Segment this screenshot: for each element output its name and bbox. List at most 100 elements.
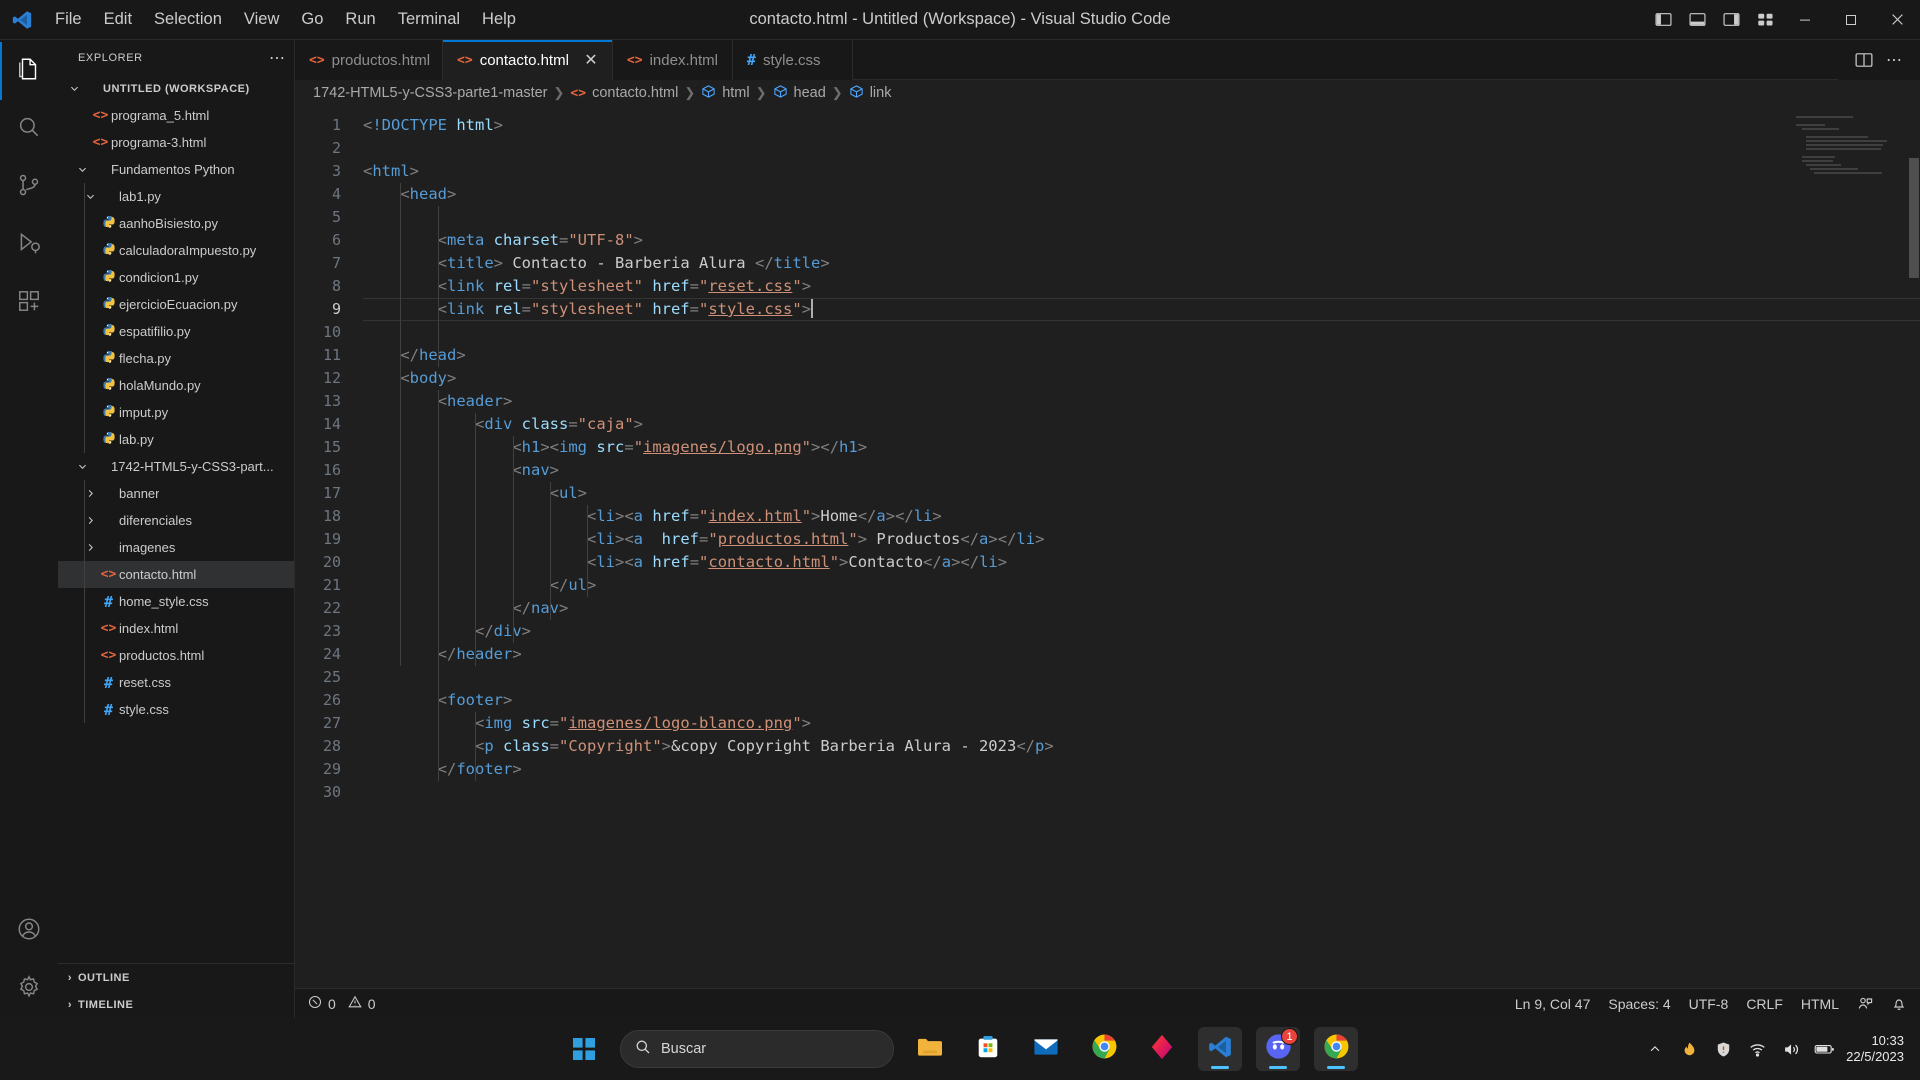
taskbar-app-adobe[interactable]: [1140, 1027, 1184, 1071]
tree-root-untitled-workspace-[interactable]: UNTITLED (WORKSPACE): [58, 75, 294, 102]
window-close-button[interactable]: [1874, 0, 1920, 39]
taskbar-search-box[interactable]: Buscar: [620, 1030, 894, 1068]
editor-scrollbar-thumb[interactable]: [1909, 158, 1919, 278]
menu-view[interactable]: View: [233, 6, 290, 33]
tree-item-diferenciales[interactable]: diferenciales: [58, 507, 294, 534]
tree-item-programa-5-html[interactable]: <> programa_5.html: [58, 102, 294, 129]
windows-start-icon[interactable]: [562, 1027, 606, 1071]
activitybar-item-extensions[interactable]: [0, 274, 58, 332]
tree-item-lab1-py[interactable]: lab1.py: [58, 183, 294, 210]
editor-tab-index-html[interactable]: <> index.html: [612, 40, 733, 80]
more-actions-icon[interactable]: ⋯: [1880, 46, 1908, 74]
activitybar-item-manage[interactable]: [0, 960, 58, 1018]
code-line[interactable]: <link rel="stylesheet" href="reset.css">: [363, 275, 1920, 298]
feedback-icon[interactable]: [1848, 996, 1882, 1012]
breadcrumb-item-html[interactable]: html: [701, 84, 750, 103]
editor-scrollbar[interactable]: [1906, 106, 1920, 988]
code-line[interactable]: </nav>: [363, 597, 1920, 620]
tree-item-flecha-py[interactable]: flecha.py: [58, 345, 294, 372]
code-line[interactable]: <div class="caja">: [363, 413, 1920, 436]
breadcrumb-item-1742-html5-y-css3-parte1-master[interactable]: 1742-HTML5-y-CSS3-parte1-master: [313, 85, 548, 101]
editor-tab-style-css[interactable]: # style.css: [732, 40, 853, 80]
toggle-secondary-sidebar-icon[interactable]: [1714, 0, 1748, 39]
language-mode-status[interactable]: HTML: [1792, 996, 1848, 1012]
code-line[interactable]: </div>: [363, 620, 1920, 643]
code-line[interactable]: <img src="imagenes/logo-blanco.png">: [363, 712, 1920, 735]
code-line[interactable]: <ul>: [363, 482, 1920, 505]
code-line[interactable]: <body>: [363, 367, 1920, 390]
code-line[interactable]: <!DOCTYPE html>: [363, 114, 1920, 137]
menu-bar[interactable]: File Edit Selection View Go Run Terminal…: [44, 6, 527, 33]
code-line[interactable]: <li><a href="contacto.html">Contacto</a>…: [363, 551, 1920, 574]
code-line[interactable]: <li><a href="productos.html"> Productos<…: [363, 528, 1920, 551]
editor-tab-contacto-html[interactable]: <> contacto.html ✕: [443, 40, 613, 80]
tree-item-index-html[interactable]: <> index.html: [58, 615, 294, 642]
taskbar-app-visual-studio-code[interactable]: [1198, 1027, 1242, 1071]
code-line[interactable]: [363, 206, 1920, 229]
code-line[interactable]: <li><a href="index.html">Home</a></li>: [363, 505, 1920, 528]
tree-item-aanhobisiesto-py[interactable]: aanhoBisiesto.py: [58, 210, 294, 237]
taskbar-app-microsoft-store[interactable]: [966, 1027, 1010, 1071]
code-line[interactable]: <h1><img src="imagenes/logo.png"></h1>: [363, 436, 1920, 459]
menu-terminal[interactable]: Terminal: [387, 6, 471, 33]
tree-item-fundamentos-python[interactable]: Fundamentos Python: [58, 156, 294, 183]
indentation-status[interactable]: Spaces: 4: [1599, 996, 1679, 1012]
code-line[interactable]: [363, 137, 1920, 160]
menu-file[interactable]: File: [44, 6, 93, 33]
code-line[interactable]: <title> Contacto - Barberia Alura </titl…: [363, 252, 1920, 275]
tree-item-banner[interactable]: banner: [58, 480, 294, 507]
code-line[interactable]: <header>: [363, 390, 1920, 413]
code-line[interactable]: <meta charset="UTF-8">: [363, 229, 1920, 252]
code-line[interactable]: <p class="Copyright">&copy Copyright Bar…: [363, 735, 1920, 758]
menu-selection[interactable]: Selection: [143, 6, 233, 33]
tree-item-productos-html[interactable]: <> productos.html: [58, 642, 294, 669]
tree-item-reset-css[interactable]: # reset.css: [58, 669, 294, 696]
breadcrumb-item-head[interactable]: head: [773, 84, 826, 103]
code-content[interactable]: <!DOCTYPE html> <html> <head> <meta chars…: [363, 106, 1920, 988]
minimap[interactable]: [1796, 116, 1906, 196]
window-minimize-button[interactable]: [1782, 0, 1828, 39]
split-editor-icon[interactable]: [1850, 46, 1878, 74]
panel-outline[interactable]: › OUTLINE: [58, 964, 294, 991]
menu-help[interactable]: Help: [471, 6, 527, 33]
taskbar-app-mail[interactable]: [1024, 1027, 1068, 1071]
cursor-position-status[interactable]: Ln 9, Col 47: [1506, 996, 1600, 1012]
code-line[interactable]: [363, 666, 1920, 689]
toggle-panel-icon[interactable]: [1680, 0, 1714, 39]
breadcrumb-item-contacto-html[interactable]: <> contacto.html: [570, 85, 678, 101]
activitybar-item-explorer[interactable]: [0, 42, 58, 100]
tree-item-espatifilio-py[interactable]: espatifilio.py: [58, 318, 294, 345]
tree-item-home-style-css[interactable]: # home_style.css: [58, 588, 294, 615]
code-editor[interactable]: 1 2 3 4 5 6 7 8 9 10 11 12 13 14 15 16 17 18 19 20 21 22 23 24 2…: [295, 106, 1920, 988]
close-icon[interactable]: ✕: [582, 50, 600, 70]
code-line[interactable]: <nav>: [363, 459, 1920, 482]
code-line[interactable]: <html>: [363, 160, 1920, 183]
editor-tab-productos-html[interactable]: <> productos.html: [295, 40, 444, 80]
panel-timeline[interactable]: › TIMELINE: [58, 991, 294, 1018]
code-line[interactable]: <link rel="stylesheet" href="style.css">: [363, 298, 1920, 321]
code-line[interactable]: <footer>: [363, 689, 1920, 712]
activitybar-item-accounts[interactable]: [0, 902, 58, 960]
menu-run[interactable]: Run: [334, 6, 386, 33]
activitybar-item-source-control[interactable]: [0, 158, 58, 216]
tree-item-1742-html5-y-css3-part-[interactable]: 1742-HTML5-y-CSS3-part...: [58, 453, 294, 480]
code-line[interactable]: </header>: [363, 643, 1920, 666]
breadcrumb[interactable]: 1742-HTML5-y-CSS3-parte1-master ❯ <> contac…: [295, 80, 1920, 106]
code-line[interactable]: <head>: [363, 183, 1920, 206]
problems-status[interactable]: 0 0: [299, 989, 385, 1018]
tree-item-contacto-html[interactable]: <> contacto.html: [58, 561, 294, 588]
customize-layout-icon[interactable]: [1748, 0, 1782, 39]
code-line[interactable]: </ul>: [363, 574, 1920, 597]
tree-item-ejercicioecuacion-py[interactable]: ejercicioEcuacion.py: [58, 291, 294, 318]
menu-go[interactable]: Go: [290, 6, 334, 33]
taskbar-app-file-explorer[interactable]: [908, 1027, 952, 1071]
tree-item-calculadoraimpuesto-py[interactable]: calculadoraImpuesto.py: [58, 237, 294, 264]
window-maximize-button[interactable]: [1828, 0, 1874, 39]
tree-item-condicion1-py[interactable]: condicion1.py: [58, 264, 294, 291]
code-line[interactable]: </footer>: [363, 758, 1920, 781]
code-line[interactable]: </head>: [363, 344, 1920, 367]
tree-item-imagenes[interactable]: imagenes: [58, 534, 294, 561]
editor-tabs[interactable]: <> productos.html <> contacto.html ✕ <> index.…: [295, 40, 853, 80]
code-line[interactable]: [363, 781, 1920, 804]
taskbar-app-discord[interactable]: 1: [1256, 1027, 1300, 1071]
